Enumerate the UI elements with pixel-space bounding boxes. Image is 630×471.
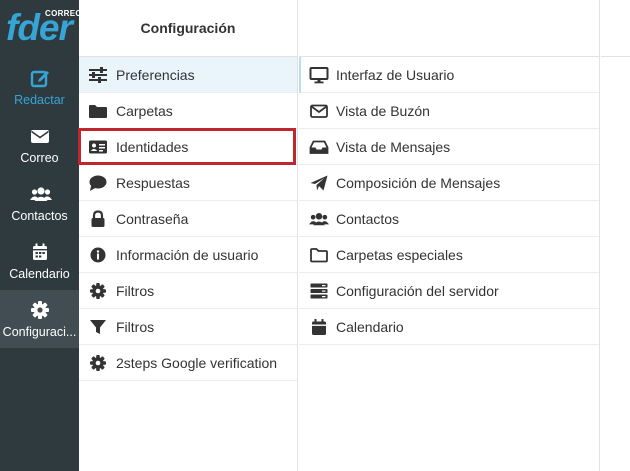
settings-list: Configuración Preferencias Carpetas Iden… [79, 0, 298, 471]
section-item-server-config[interactable]: Configuración del servidor [299, 273, 599, 309]
monitor-icon [309, 66, 329, 84]
info-icon [88, 246, 108, 264]
settings-item-label: 2steps Google verification [116, 354, 278, 371]
nav-calendar[interactable]: Calendario [0, 232, 79, 290]
comment-icon [88, 174, 108, 192]
logo-subtext: CORREO [45, 9, 82, 18]
section-item-composition[interactable]: Composición de Mensajes [299, 165, 599, 201]
nav-settings[interactable]: Configuraci... [0, 290, 79, 348]
settings-item-2steps[interactable]: 2steps Google verification [79, 345, 297, 381]
settings-item-identities[interactable]: Identidades [79, 129, 297, 165]
paper-plane-icon [309, 174, 329, 192]
section-item-message-view[interactable]: Vista de Mensajes [299, 129, 599, 165]
calendar-icon [309, 318, 329, 336]
gear-icon [88, 282, 108, 300]
section-item-label: Vista de Buzón [336, 102, 430, 119]
folder-icon [88, 102, 108, 120]
nav-settings-label: Configuraci... [2, 325, 77, 339]
nav-mail[interactable]: Correo [0, 116, 79, 174]
lock-icon [88, 209, 108, 228]
content-header [601, 0, 630, 57]
section-item-mailbox-view[interactable]: Vista de Buzón [299, 93, 599, 129]
settings-item-label: Contraseña [116, 210, 189, 227]
settings-item-preferences[interactable]: Preferencias [79, 57, 297, 93]
nav-compose-label: Redactar [14, 93, 65, 107]
settings-item-user-info[interactable]: Información de usuario [79, 237, 297, 273]
section-item-label: Contactos [336, 210, 400, 227]
settings-item-filters-2[interactable]: Filtros [79, 309, 297, 345]
section-item-label: Vista de Mensajes [336, 138, 451, 155]
section-item-label: Calendario [336, 318, 404, 335]
section-item-label: Carpetas especiales [336, 246, 463, 263]
folder-outline-icon [309, 246, 329, 264]
section-item-user-interface[interactable]: Interfaz de Usuario [299, 57, 599, 93]
section-item-contacts[interactable]: Contactos [299, 201, 599, 237]
section-item-special-folders[interactable]: Carpetas especiales [299, 237, 599, 273]
settings-item-label: Respuestas [116, 174, 190, 191]
settings-item-filters[interactable]: Filtros [79, 273, 297, 309]
inbox-icon [309, 138, 329, 156]
app-window: fder CORREO Redactar Correo Contactos Ca… [0, 0, 630, 471]
section-item-label: Interfaz de Usuario [336, 66, 455, 83]
logo[interactable]: fder CORREO [0, 0, 82, 56]
funnel-icon [88, 318, 108, 336]
users-icon [309, 210, 329, 228]
selection-indicator [299, 57, 301, 93]
nav-calendar-label: Calendario [9, 267, 70, 281]
nav-contacts-label: Contactos [11, 209, 68, 223]
nav-mail-label: Correo [20, 151, 59, 165]
nav-contacts[interactable]: Contactos [0, 174, 79, 232]
id-card-icon [88, 138, 108, 156]
settings-item-responses[interactable]: Respuestas [79, 165, 297, 201]
section-item-label: Composición de Mensajes [336, 174, 501, 191]
settings-item-label: Información de usuario [116, 246, 259, 263]
sections-header [299, 0, 599, 57]
compose-icon [30, 68, 50, 88]
section-item-label: Configuración del servidor [336, 282, 499, 299]
envelope-icon [30, 126, 50, 146]
settings-item-label: Filtros [116, 318, 155, 335]
section-item-calendar[interactable]: Calendario [299, 309, 599, 345]
users-icon [30, 184, 52, 204]
settings-item-password[interactable]: Contraseña [79, 201, 297, 237]
calendar-icon [30, 242, 50, 262]
settings-item-label: Carpetas [116, 102, 173, 119]
settings-item-folders[interactable]: Carpetas [79, 93, 297, 129]
server-icon [309, 282, 329, 300]
settings-item-label: Identidades [116, 138, 189, 155]
settings-header: Configuración [79, 0, 297, 57]
gear-icon [30, 300, 50, 320]
sections-list: Interfaz de Usuario Vista de Buzón Vista… [299, 0, 600, 471]
sliders-icon [88, 66, 108, 84]
nav-compose[interactable]: Redactar [0, 58, 79, 116]
envelope-outline-icon [309, 102, 329, 120]
main-nav: fder CORREO Redactar Correo Contactos Ca… [0, 0, 82, 471]
settings-item-label: Filtros [116, 282, 155, 299]
settings-item-label: Preferencias [116, 66, 195, 83]
gear-icon [88, 354, 108, 372]
content-pane [601, 0, 630, 471]
